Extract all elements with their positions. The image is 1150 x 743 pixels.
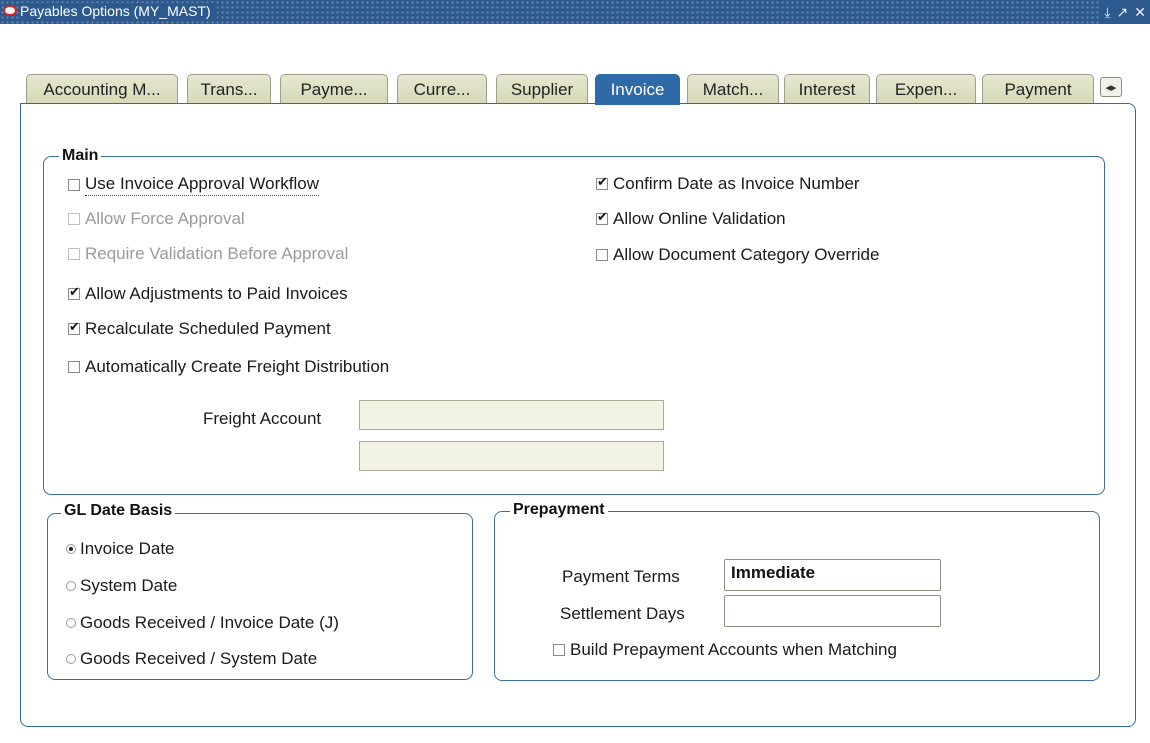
freight-account-description-field[interactable] bbox=[359, 441, 664, 471]
confirm-date-as-invoice-number-checkbox[interactable]: Confirm Date as Invoice Number bbox=[596, 174, 860, 194]
tab-label: Invoice bbox=[610, 80, 665, 99]
settlement-days-field[interactable] bbox=[724, 595, 941, 627]
checkbox-box[interactable] bbox=[68, 284, 80, 300]
allow-document-category-override-checkbox[interactable]: Allow Document Category Override bbox=[596, 245, 879, 265]
main-group-legend: Main bbox=[59, 147, 102, 165]
checkbox-label: Automatically Create Freight Distributio… bbox=[85, 357, 390, 376]
tab-label: Curre... bbox=[413, 79, 471, 99]
automatically-create-freight-distribution-checkbox[interactable]: Automatically Create Freight Distributio… bbox=[68, 357, 389, 377]
checkbox-label: Allow Adjustments to Paid Invoices bbox=[85, 284, 348, 303]
recalculate-scheduled-payment-checkbox[interactable]: Recalculate Scheduled Payment bbox=[68, 319, 331, 339]
checkbox-label: Use Invoice Approval Workflow bbox=[85, 174, 320, 196]
checkbox-box[interactable] bbox=[596, 249, 608, 261]
checkbox-label: Confirm Date as Invoice Number bbox=[613, 174, 860, 193]
radio-dot[interactable] bbox=[66, 618, 76, 628]
payment-terms-label: Payment Terms bbox=[562, 567, 680, 586]
tab-interest[interactable]: Interest bbox=[784, 74, 870, 104]
tab-expense[interactable]: Expen... bbox=[876, 74, 976, 104]
radio-dot[interactable] bbox=[66, 581, 76, 591]
checkbox-box[interactable] bbox=[553, 644, 565, 656]
gl-date-goods-received-invoice-date-radio[interactable]: Goods Received / Invoice Date (J) bbox=[66, 613, 339, 633]
checkbox-box[interactable] bbox=[596, 174, 608, 190]
checkbox-box[interactable] bbox=[68, 361, 80, 373]
allow-adjustments-to-paid-invoices-checkbox[interactable]: Allow Adjustments to Paid Invoices bbox=[68, 284, 348, 304]
checkbox-label: Build Prepayment Accounts when Matching bbox=[570, 640, 897, 659]
window-title: Payables Options (MY_MAST) bbox=[20, 3, 217, 19]
tab-currency[interactable]: Curre... bbox=[397, 74, 487, 104]
checkbox-box[interactable] bbox=[596, 209, 608, 225]
gl-date-invoice-date-radio[interactable]: Invoice Date bbox=[66, 539, 175, 559]
tab-matching[interactable]: Match... bbox=[687, 74, 779, 104]
prepayment-legend: Prepayment bbox=[510, 501, 608, 519]
checkbox-label: Allow Force Approval bbox=[85, 209, 245, 228]
tab-label: Supplier bbox=[510, 79, 574, 99]
tab-invoice[interactable]: Invoice bbox=[595, 74, 680, 105]
tab-label: Trans... bbox=[200, 79, 258, 99]
invoice-tab-panel: Main Use Invoice Approval Workflow Allow… bbox=[20, 103, 1136, 727]
tab-transactions[interactable]: Trans... bbox=[187, 74, 271, 104]
radio-label: System Date bbox=[80, 576, 178, 595]
window-controls: ⤓ ↗ ✕ bbox=[1100, 0, 1150, 24]
checkbox-box[interactable] bbox=[68, 248, 80, 260]
checkbox-box[interactable] bbox=[68, 179, 80, 191]
payment-terms-field[interactable]: Immediate bbox=[724, 559, 941, 591]
freight-account-label: Freight Account bbox=[203, 409, 322, 428]
radio-label: Goods Received / Invoice Date (J) bbox=[80, 613, 339, 632]
build-prepayment-accounts-checkbox[interactable]: Build Prepayment Accounts when Matching bbox=[553, 640, 897, 660]
checkbox-label: Require Validation Before Approval bbox=[85, 244, 349, 263]
settlement-days-label: Settlement Days bbox=[560, 604, 685, 623]
close-icon[interactable]: ✕ bbox=[1134, 4, 1146, 21]
radio-dot[interactable] bbox=[66, 544, 76, 554]
allow-online-validation-checkbox[interactable]: Allow Online Validation bbox=[596, 209, 786, 229]
radio-dot[interactable] bbox=[66, 654, 76, 664]
tab-payment[interactable]: Payment bbox=[982, 74, 1094, 104]
tab-label: Match... bbox=[702, 79, 764, 99]
window-title-bar[interactable]: Payables Options (MY_MAST) ⤓ ↗ ✕ bbox=[0, 0, 1150, 24]
tab-label: Payment bbox=[1004, 79, 1072, 99]
gl-date-basis-legend: GL Date Basis bbox=[61, 502, 176, 520]
payment-terms-value: Immediate bbox=[731, 563, 816, 582]
allow-force-approval-checkbox[interactable]: Allow Force Approval bbox=[68, 209, 245, 229]
tab-supplier[interactable]: Supplier bbox=[496, 74, 588, 104]
checkbox-label: Recalculate Scheduled Payment bbox=[85, 319, 331, 338]
tab-label: Expen... bbox=[894, 79, 958, 99]
gl-date-system-date-radio[interactable]: System Date bbox=[66, 576, 177, 596]
checkbox-box[interactable] bbox=[68, 319, 80, 335]
tab-accounting-methods[interactable]: Accounting M... bbox=[26, 74, 178, 104]
minimize-icon[interactable]: ⤓ bbox=[1104, 4, 1110, 21]
checkbox-label: Allow Online Validation bbox=[613, 209, 786, 228]
checkbox-label: Allow Document Category Override bbox=[613, 245, 880, 264]
checkbox-box[interactable] bbox=[68, 213, 80, 225]
gl-date-goods-received-system-date-radio[interactable]: Goods Received / System Date bbox=[66, 649, 317, 669]
use-invoice-approval-workflow-checkbox[interactable]: Use Invoice Approval Workflow bbox=[68, 174, 320, 196]
tab-payments[interactable]: Payme... bbox=[280, 74, 388, 104]
scroll-arrows-icon[interactable]: ◂▸ bbox=[1100, 77, 1122, 97]
tab-label: Payme... bbox=[300, 79, 368, 99]
tab-label: Accounting M... bbox=[43, 79, 161, 99]
freight-account-field[interactable] bbox=[359, 400, 664, 430]
require-validation-before-approval-checkbox[interactable]: Require Validation Before Approval bbox=[68, 244, 348, 264]
radio-label: Invoice Date bbox=[80, 539, 175, 558]
tab-label: Interest bbox=[798, 79, 856, 99]
radio-label: Goods Received / System Date bbox=[80, 649, 318, 668]
maximize-icon[interactable]: ↗ bbox=[1117, 4, 1129, 21]
oracle-logo-icon bbox=[3, 5, 17, 16]
